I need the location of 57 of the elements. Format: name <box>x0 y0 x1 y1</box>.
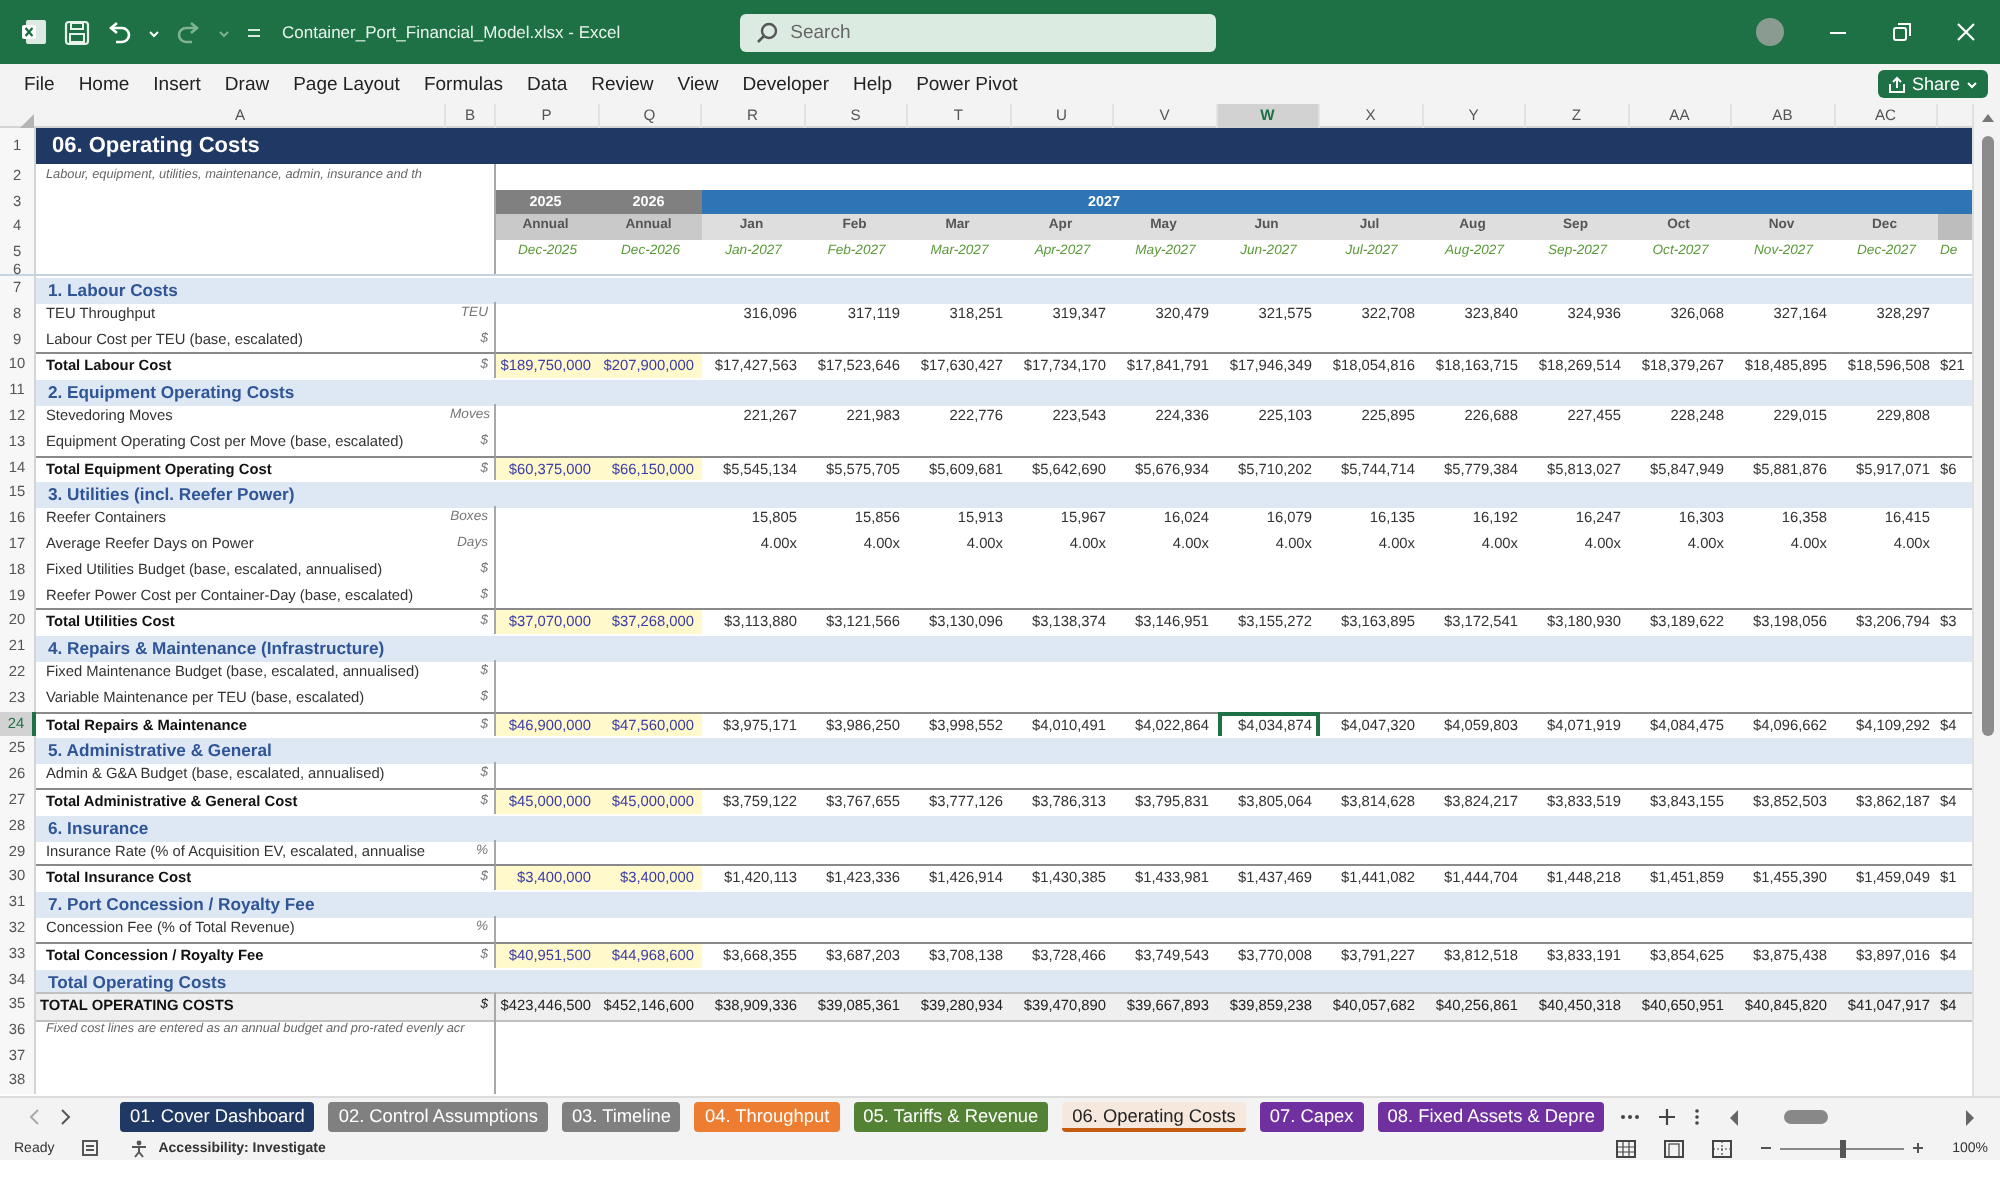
sheet-tab[interactable]: 07. Capex <box>1259 1102 1364 1132</box>
sheet-tab[interactable]: 06. Operating Costs <box>1062 1102 1246 1132</box>
scroll-left-icon[interactable] <box>1728 1109 1741 1125</box>
section-heading: 7. Port Concession / Royalty Fee <box>46 892 315 918</box>
page-break-icon[interactable] <box>1712 1139 1733 1157</box>
menu-item[interactable]: Page Layout <box>281 69 412 99</box>
section-heading: 6. Insurance <box>46 815 149 842</box>
scroll-thumb[interactable] <box>1982 136 1994 736</box>
window-title: Container_Port_Financial_Model.xlsx - Excel <box>282 22 621 42</box>
zoom-out-icon[interactable] <box>1760 1142 1773 1154</box>
share-icon <box>1887 75 1906 93</box>
macro-icon[interactable] <box>82 1140 99 1156</box>
sheet-tab[interactable]: 01. Cover Dashboard <box>120 1102 315 1132</box>
sheet-tab[interactable]: 08. Fixed Assets & Depre <box>1377 1102 1605 1132</box>
menu-item[interactable]: View <box>665 69 731 99</box>
sheet-title: 06. Operating Costs <box>50 132 260 162</box>
search-field[interactable]: Search <box>740 13 1217 51</box>
menu-item[interactable]: Developer <box>730 69 842 99</box>
menu-item[interactable]: File <box>12 69 67 99</box>
section-heading: 1. Labour Costs <box>46 278 178 304</box>
section-heading: 2. Equipment Operating Costs <box>46 380 295 406</box>
menu-item[interactable]: Data <box>515 69 580 99</box>
page-layout-icon[interactable] <box>1664 1139 1685 1157</box>
scroll-thumb[interactable] <box>1784 1110 1829 1124</box>
search-icon <box>756 21 779 43</box>
menu-item[interactable]: Home <box>66 69 142 99</box>
slider-thumb[interactable] <box>1839 1139 1846 1157</box>
zoom-slider[interactable] <box>1780 1139 1905 1157</box>
undo-icon[interactable] <box>106 19 132 45</box>
menu-item[interactable]: Power Pivot <box>904 69 1030 99</box>
restore-icon[interactable] <box>1892 22 1912 42</box>
menu-item[interactable]: Insert <box>141 69 213 99</box>
sheet-tab[interactable]: 05. Tariffs & Revenue <box>853 1102 1049 1132</box>
menu-item[interactable]: Draw <box>212 69 282 99</box>
close-icon[interactable] <box>1956 22 1976 42</box>
scroll-right-icon[interactable] <box>1964 1109 1977 1125</box>
redo-icon[interactable] <box>176 19 202 45</box>
next-icon[interactable] <box>60 1108 72 1126</box>
share-button[interactable]: Share <box>1877 70 1988 98</box>
menu-item[interactable]: Review <box>579 69 666 99</box>
accessibility-icon[interactable] <box>130 1139 149 1157</box>
header-cell <box>1938 214 1972 239</box>
section-heading: 4. Repairs & Maintenance (Infrastructure) <box>46 636 385 662</box>
sheet-tab[interactable]: 02. Control Assumptions <box>328 1102 548 1132</box>
section-heading: 5. Administrative & General <box>46 738 272 765</box>
add-icon[interactable] <box>1658 1108 1677 1126</box>
scroll-up-icon[interactable] <box>1980 112 1996 124</box>
sheet-tab[interactable]: 03. Timeline <box>561 1102 681 1132</box>
menu-item[interactable]: Formulas <box>411 69 516 99</box>
zoom-in-icon[interactable] <box>1912 1142 1925 1154</box>
menu-item[interactable]: Help <box>841 69 905 99</box>
options-icon[interactable] <box>1694 1108 1701 1126</box>
save-icon[interactable] <box>64 19 90 45</box>
section-heading: 3. Utilities (incl. Reefer Power) <box>46 482 295 509</box>
app-logo-icon <box>20 18 48 46</box>
section-heading: Total Operating Costs <box>46 969 227 995</box>
normal-view-icon[interactable] <box>1616 1139 1637 1157</box>
